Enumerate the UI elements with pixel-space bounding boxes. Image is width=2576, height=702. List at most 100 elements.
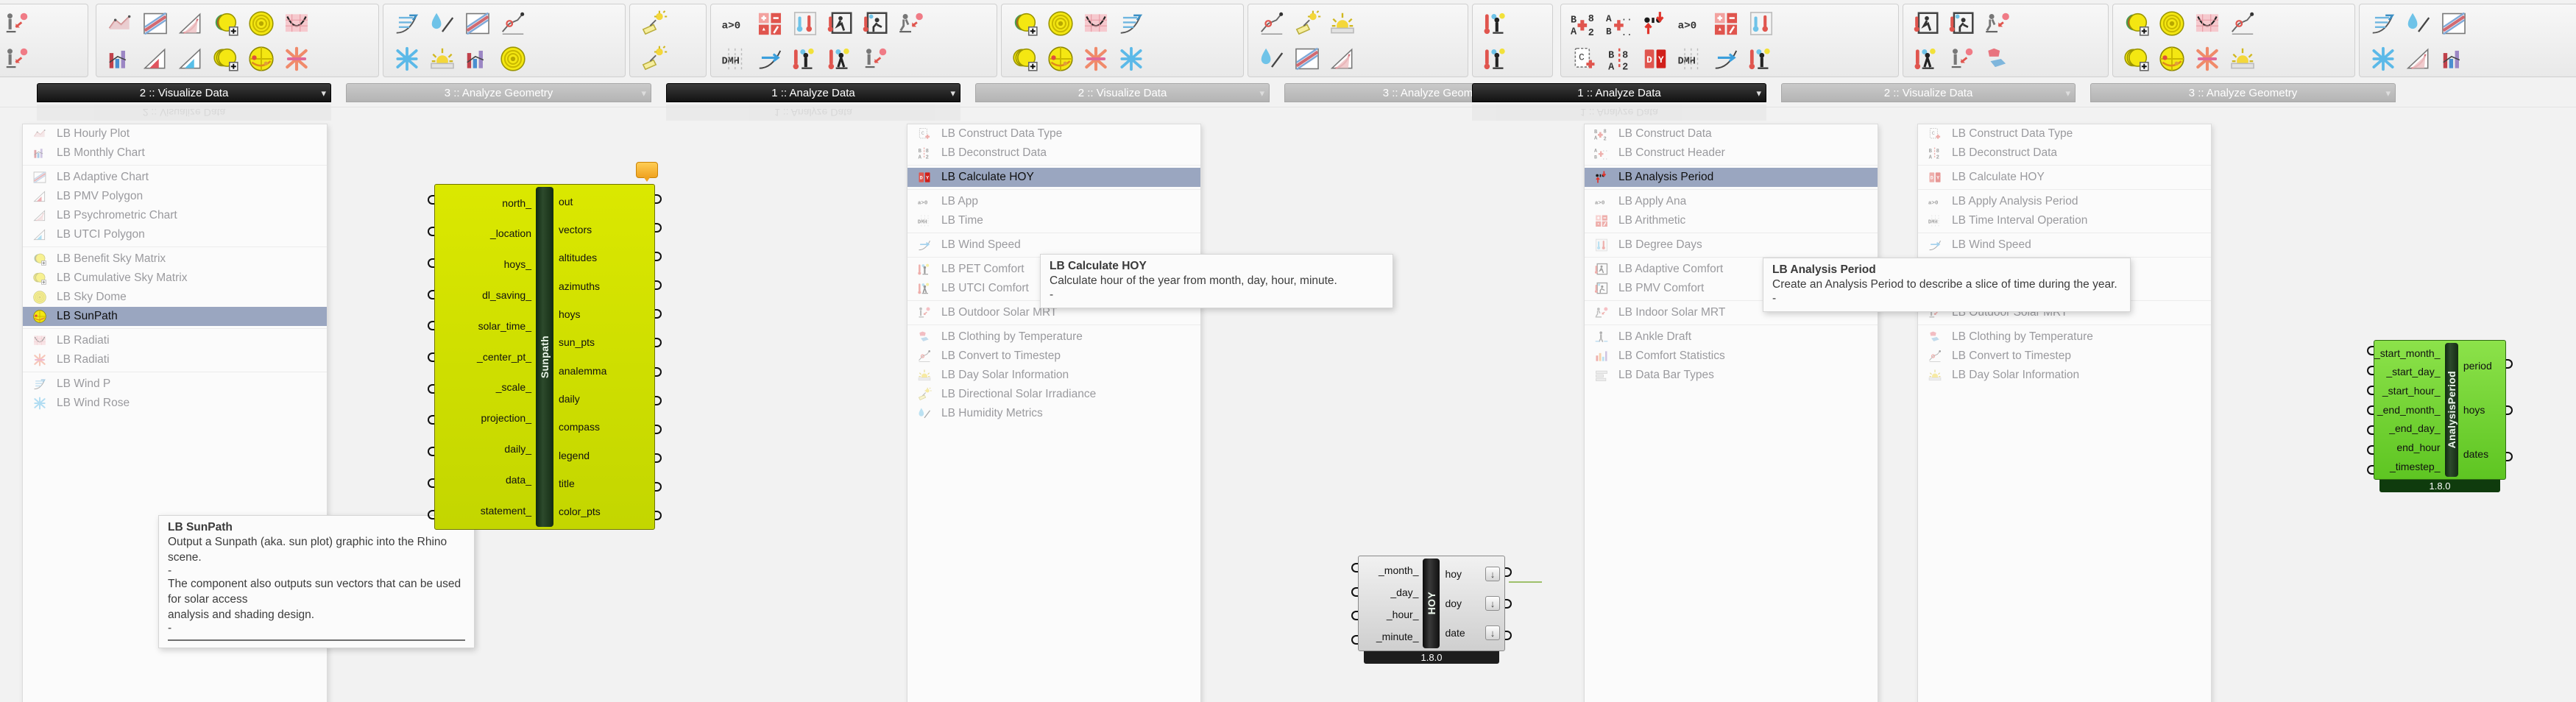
gh-output-nub[interactable] [655, 424, 662, 434]
gh-component-sunpath[interactable]: north_ _location hoys_ dl_saving_ solar_time… [428, 162, 662, 530]
sky-dome-icon[interactable] [497, 43, 529, 75]
psychrometric-chart-icon[interactable] [174, 7, 207, 40]
menu-item-lb-ankle-draft[interactable]: LB Ankle Draft [1585, 327, 1878, 347]
pet-comfort-icon[interactable] [1480, 7, 1512, 40]
gh-output-param[interactable]: azimuths [559, 281, 600, 292]
menu-item-lb-hourly-plot[interactable]: LB Hourly Plot [23, 124, 327, 143]
adaptive-comfort-icon[interactable] [824, 7, 857, 40]
pmv-polygon-icon[interactable] [139, 43, 171, 75]
menu-item-lb-wind-speed[interactable]: LB Wind Speed [907, 235, 1200, 255]
sunpath-icon[interactable] [245, 43, 277, 75]
menu-item-lb-construct-data-type[interactable]: C LB Construct Data Type [1918, 124, 2211, 143]
gh-input-nub[interactable] [428, 447, 434, 457]
indoor-solar-mrt-icon[interactable] [895, 7, 927, 40]
gh-input-param[interactable]: dl_saving_ [435, 290, 531, 301]
menu-item-lb-wind-profile[interactable]: LB Wind P [23, 375, 327, 394]
menu-item-lb-convert-to-timestep[interactable]: LB Convert to Timestep [1918, 347, 2211, 366]
gh-output-param[interactable]: vectors [559, 224, 592, 235]
gh-input-param[interactable]: _start_month_ [2374, 347, 2441, 359]
gh-input-param[interactable]: _minute_ [1359, 631, 1419, 642]
radiation-dome-icon[interactable] [1080, 43, 1112, 75]
gh-output-nub[interactable] [655, 309, 662, 319]
outdoor-solar-mrt-icon[interactable] [860, 43, 892, 75]
gh-input-nub[interactable] [1351, 586, 1358, 597]
day-solar-information-icon[interactable] [1326, 7, 1359, 40]
wind-speed-icon[interactable] [1710, 43, 1742, 75]
gh-input-nub[interactable] [2367, 365, 2374, 375]
benefit-sky-matrix-icon[interactable] [1009, 7, 1041, 40]
menu-item-lb-deconstruct-data[interactable]: B A 8 2 LB Deconstruct Data [907, 143, 1200, 163]
menu-item-lb-adaptive-chart[interactable]: LB Adaptive Chart [23, 168, 327, 187]
humidity-metrics-icon[interactable] [2402, 7, 2435, 40]
gh-output-nub[interactable] [1505, 599, 1512, 609]
gh-component-spine[interactable]: AnalysisPeriod [2444, 343, 2458, 477]
menu-item-lb-psychrometric-chart[interactable]: LB Psychrometric Chart [23, 206, 327, 225]
gh-input-param[interactable]: projection_ [435, 413, 532, 424]
menu-item-lb-humidity-metrics[interactable]: LB Humidity Metrics [907, 404, 1200, 423]
clothing-by-temperature-icon[interactable] [1981, 43, 2014, 75]
monthly-chart-icon[interactable] [104, 43, 136, 75]
construct-data-type-icon[interactable]: C [1568, 43, 1601, 75]
gh-output-param[interactable]: period [2463, 360, 2492, 372]
gh-output-param[interactable]: title [559, 478, 575, 489]
utci-comfort-icon[interactable] [1911, 43, 1943, 75]
gh-input-param[interactable]: _month_ [1359, 564, 1418, 576]
adaptive-comfort-icon[interactable] [1911, 7, 1943, 40]
gh-output-nub[interactable] [655, 511, 662, 521]
gh-input-nub[interactable] [428, 509, 434, 520]
gh-input-param[interactable]: _location [435, 228, 531, 239]
menu-item-lb-analysis-period[interactable]: LB Analysis Period [1585, 168, 1878, 187]
outdoor-solar-mrt-icon[interactable] [1946, 43, 1978, 75]
hourly-plot-icon[interactable] [104, 7, 136, 40]
benefit-sky-matrix-icon[interactable] [210, 7, 242, 40]
humidity-metrics-icon[interactable] [426, 7, 459, 40]
menu-item-lb-apply-analysis-period[interactable]: a>0 LB Apply Ana [1585, 192, 1878, 211]
time-interval-operation-icon[interactable]: DMH [1674, 43, 1707, 75]
sky-dome-icon[interactable] [1044, 7, 1077, 40]
gh-output-param[interactable]: date [1445, 627, 1465, 639]
menu-item-lb-convert-to-timestep[interactable]: LB Convert to Timestep [907, 347, 1200, 366]
gh-input-param[interactable]: daily_ [435, 444, 531, 455]
gh-output-nub[interactable] [655, 366, 662, 377]
adaptive-chart-icon[interactable] [139, 7, 171, 40]
gh-input-nub[interactable] [428, 415, 434, 425]
gh-component-analysis-period[interactable]: _start_month_ _start_day_ _start_hour_ _end… [2367, 340, 2513, 492]
menu-item-lb-calculate-hoy[interactable]: D Y LB Calculate HOY [1918, 168, 2211, 187]
adaptive-chart-icon[interactable] [461, 7, 494, 40]
cumulative-sky-matrix-icon[interactable] [210, 43, 242, 75]
wind-rose-icon[interactable] [1115, 43, 1147, 75]
monthly-chart-icon[interactable] [461, 43, 494, 75]
gh-input-nub[interactable] [428, 383, 434, 394]
menu-item-lb-directional-solar-irradiance[interactable]: LB Directional Solar Irradiance [907, 385, 1200, 404]
menu-item-lb-wind-rose[interactable]: LB Wind Rose [23, 394, 327, 413]
pet-comfort-icon[interactable] [789, 43, 821, 75]
pmv-comfort-icon[interactable] [860, 7, 892, 40]
menu-item-lb-apply-analysis-period[interactable]: a>0 LB Apply Analysis Period [1918, 192, 2211, 211]
chevron-down-icon[interactable]: ▾ [1259, 84, 1264, 102]
gh-input-param[interactable]: _end_month_ [2374, 404, 2441, 416]
analysis-period-icon[interactable] [1639, 7, 1671, 40]
convert-to-timestep-icon[interactable] [497, 7, 529, 40]
gh-input-nub[interactable] [1351, 634, 1358, 645]
gh-input-param[interactable]: end_hour [2374, 442, 2440, 453]
menu-item-lb-day-solar-information[interactable]: LB Day Solar Information [1918, 366, 2211, 385]
gh-output-nub[interactable] [655, 338, 662, 348]
gh-component-spine[interactable]: Sunpath [536, 187, 553, 527]
gh-output-nub[interactable] [655, 222, 662, 233]
sky-dome-icon[interactable] [2156, 7, 2188, 40]
menu-item-lb-construct-header[interactable]: AB...... LB Construct Header [1585, 143, 1878, 163]
pet-comfort-icon[interactable] [1480, 43, 1512, 75]
utci-polygon-icon[interactable] [174, 43, 207, 75]
gh-input-param[interactable]: _scale_ [435, 382, 531, 393]
gh-output-nub[interactable] [2506, 405, 2513, 415]
sky-dome-icon[interactable] [245, 7, 277, 40]
gh-input-nub[interactable] [1351, 563, 1358, 573]
cumulative-sky-matrix-icon[interactable] [2120, 43, 2153, 75]
sunpath-icon[interactable] [1044, 43, 1077, 75]
menu-item-lb-comfort-statistics[interactable]: LB Comfort Statistics [1585, 347, 1878, 366]
psychrometric-chart-icon[interactable] [2402, 43, 2435, 75]
gh-input-nub[interactable] [428, 258, 434, 268]
menu-item-lb-day-solar-information[interactable]: LB Day Solar Information [907, 366, 1200, 385]
menu-item-lb-radiation-rose[interactable]: LB Radiati [23, 331, 327, 350]
chevron-down-icon[interactable]: ▾ [1756, 84, 1761, 102]
